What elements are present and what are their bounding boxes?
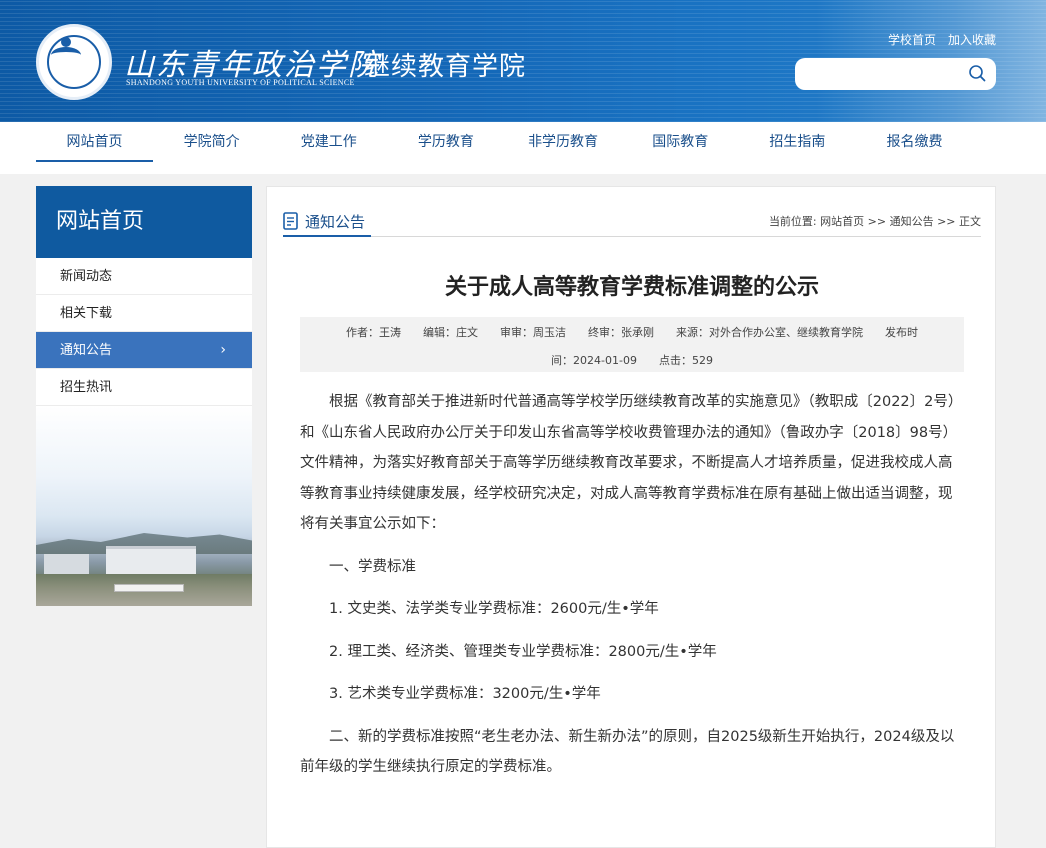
section-header: 通知公告 当前位置: 网站首页 >> 通知公告 >> 正文 (283, 207, 981, 237)
nav-item-about[interactable]: 学院简介 (153, 122, 270, 174)
sidebar-item-label: 招生热讯 (60, 380, 113, 395)
nav-item-home[interactable]: 网站首页 (36, 122, 153, 174)
nav-item-international[interactable]: 国际教育 (622, 122, 739, 174)
article-paragraph: 一、学费标准 (329, 558, 416, 575)
sidebar-item-label: 通知公告 (60, 343, 113, 358)
logo-wave (51, 47, 81, 63)
section-title: 通知公告 (283, 207, 371, 237)
main-content: 通知公告 当前位置: 网站首页 >> 通知公告 >> 正文 关于成人高等教育学费… (266, 186, 996, 848)
nav-item-party[interactable]: 党建工作 (270, 122, 387, 174)
school-name-english: SHANDONG YOUTH UNIVERSITY OF POLITICAL S… (126, 78, 355, 87)
chevron-right-icon: › (220, 342, 226, 358)
document-icon (283, 212, 298, 230)
sidebar-list: 新闻动态 相关下载 通知公告 › 招生热讯 (36, 258, 252, 406)
site-header: 山东青年政治学院 SHANDONG YOUTH UNIVERSITY OF PO… (0, 0, 1046, 122)
logo-dot (61, 37, 71, 47)
meta-line-1: 作者：王涛 编辑：庄文 审审：周玉洁 终审：张承刚 来源：对外合作办公室、继续教… (346, 326, 918, 339)
nav-item-registration-payment[interactable]: 报名缴费 (856, 122, 973, 174)
school-home-link[interactable]: 学校首页 (888, 31, 936, 48)
campus-photo (36, 406, 252, 606)
nav-item-non-degree-education[interactable]: 非学历教育 (505, 122, 622, 174)
search-input[interactable] (805, 64, 955, 84)
section-title-text: 通知公告 (305, 212, 366, 231)
search-icon[interactable] (968, 64, 986, 82)
article-paragraph: 3. 艺术类专业学费标准：3200元/生•学年 (329, 686, 601, 702)
article-paragraph: 根据《教育部关于推进新时代普通高等学校学历继续教育改革的实施意见》（教职成〔20… (300, 394, 963, 532)
nav-item-degree-education[interactable]: 学历教育 (387, 122, 504, 174)
add-favorite-link[interactable]: 加入收藏 (948, 31, 996, 48)
article-body: 根据《教育部关于推进新时代普通高等学校学历继续教育改革的实施意见》（教职成〔20… (300, 387, 964, 795)
article-paragraph: 二、新的学费标准按照“老生老办法、新生新办法”的原则，自2025级新生开始执行，… (300, 728, 955, 776)
sidebar-item-notices[interactable]: 通知公告 › (36, 332, 252, 369)
sidebar-title: 网站首页 (36, 186, 252, 258)
sidebar-item-label: 新闻动态 (60, 269, 113, 284)
school-logo-icon[interactable] (36, 24, 112, 100)
sidebar-item-label: 相关下载 (60, 306, 113, 321)
search-box (795, 58, 996, 90)
top-links: 学校首页 加入收藏 (888, 31, 996, 48)
main-nav: 网站首页 学院简介 党建工作 学历教育 非学历教育 国际教育 招生指南 报名缴费 (0, 122, 1046, 174)
sidebar-item-admission-news[interactable]: 招生热讯 (36, 369, 252, 406)
college-name: 继续教育学院 (364, 52, 527, 82)
sidebar: 网站首页 新闻动态 相关下载 通知公告 › 招生热讯 (36, 186, 252, 606)
sidebar-item-news[interactable]: 新闻动态 (36, 258, 252, 295)
meta-line-2: 间：2024-01-09 点击：529 (551, 354, 713, 367)
article-paragraph: 1. 文史类、法学类专业学费标准：2600元/生•学年 (329, 601, 659, 617)
photo-plaque (114, 584, 184, 592)
article-meta: 作者：王涛 编辑：庄文 审审：周玉洁 终审：张承刚 来源：对外合作办公室、继续教… (300, 317, 964, 372)
article-title: 关于成人高等教育学费标准调整的公示 (444, 275, 819, 300)
sidebar-item-downloads[interactable]: 相关下载 (36, 295, 252, 332)
breadcrumb: 当前位置: 网站首页 >> 通知公告 >> 正文 (768, 215, 981, 228)
photo-building-main (106, 546, 196, 574)
photo-building-left (44, 554, 89, 576)
nav-item-admission-guide[interactable]: 招生指南 (739, 122, 856, 174)
article-paragraph: 2. 理工类、经济类、管理类专业学费标准：2800元/生•学年 (329, 643, 717, 660)
